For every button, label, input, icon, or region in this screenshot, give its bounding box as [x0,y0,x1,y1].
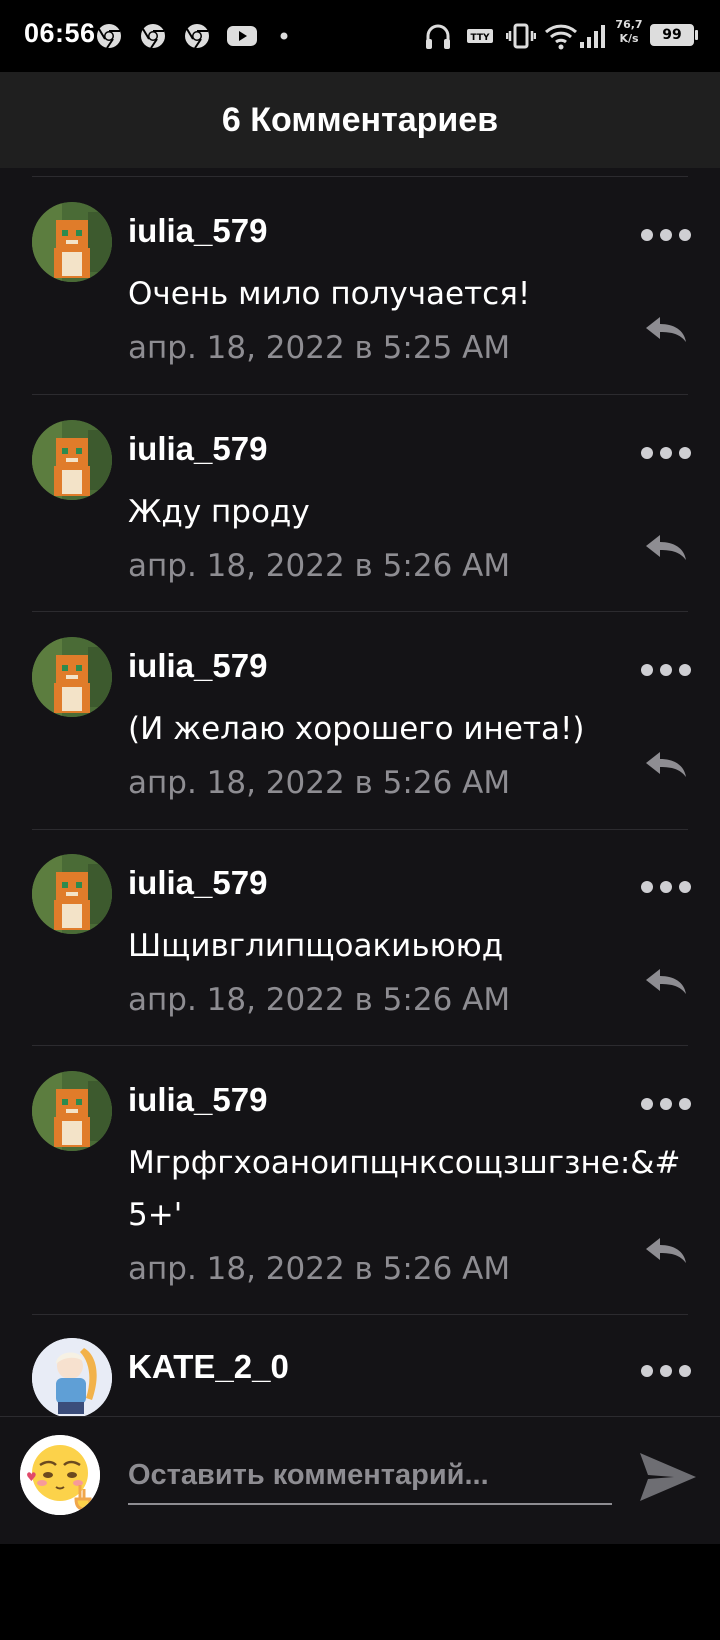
comment-username[interactable]: iulia_579 [128,1081,267,1119]
divider [32,394,688,395]
avatar-image [32,854,112,934]
battery-level: 99 [662,27,682,43]
reply-icon[interactable] [644,314,688,344]
avatar[interactable] [32,1338,112,1416]
comment-item: iulia_579 Мгрфгхоаноипщнкcощзшгзне:&#5+'… [0,1071,720,1311]
net-speed-value: 76,7 [615,18,643,31]
avatar-image [32,1071,112,1151]
system-nav-area [0,1544,720,1640]
send-button[interactable] [636,1449,700,1505]
comment-username[interactable]: KATE_2_0 [128,1348,289,1386]
comment-item: iulia_579 Очень мило получается! апр. 18… [0,202,720,382]
avatar[interactable] [32,420,112,500]
comment-username[interactable]: iulia_579 [128,864,267,902]
reply-icon[interactable] [644,1235,688,1265]
more-options-icon[interactable] [640,1364,692,1378]
more-options-icon[interactable] [640,228,692,242]
divider [32,1045,688,1046]
comment-input[interactable] [128,1447,612,1505]
reply-icon[interactable] [644,966,688,996]
comment-text: Жду проду [128,494,310,530]
avatar-image [32,202,112,282]
avatar-image [32,1338,112,1416]
tty-icon: TTY [467,29,493,43]
reply-icon[interactable] [644,532,688,562]
more-options-icon[interactable] [640,446,692,460]
headphones-icon [426,24,450,49]
signal-icon [580,25,605,48]
divider [32,829,688,830]
comment-input-bar: ♥ [0,1416,720,1544]
svg-text:TTY: TTY [470,33,489,43]
comment-username[interactable]: iulia_579 [128,212,267,250]
chrome-icon [97,24,121,49]
comment-item: iulia_579 Шщивглипщоакиьююд апр. 18, 202… [0,854,720,1034]
page-title: 6 Комментариев [221,101,499,139]
comment-username[interactable]: iulia_579 [128,647,267,685]
comment-text: (И желаю хорошего инета!) [128,711,585,747]
comment-item: KATE_2_0 [0,1338,720,1416]
battery-icon: 99 [650,24,694,46]
avatar[interactable] [32,637,112,717]
svg-text:♥: ♥ [26,1470,37,1484]
avatar-image [32,420,112,500]
divider [32,176,688,177]
chrome-icon [141,24,165,49]
reply-icon[interactable] [644,749,688,779]
more-options-icon[interactable] [640,663,692,677]
comment-text: Шщивглипщоакиьююд [128,928,504,964]
comment-item: iulia_579 Жду проду апр. 18, 2022 в 5:26… [0,420,720,600]
wifi-icon [544,24,578,50]
comments-list[interactable]: iulia_579 Очень мило получается! апр. 18… [0,168,720,1416]
send-icon [640,1453,696,1501]
avatar-image: ♥ [20,1435,100,1515]
comments-header: 6 Комментариев [0,72,720,168]
comment-item: iulia_579 (И желаю хорошего инета!) апр.… [0,637,720,817]
dot-icon [280,32,288,40]
status-bar: 06:56 TTY 76,7 K/s 99 [0,0,720,72]
comment-date: апр. 18, 2022 в 5:26 AM [128,548,511,584]
net-speed-unit: K/s [619,32,639,45]
comment-text: Очень мило получается! [128,276,531,312]
battery-tip [695,30,698,40]
my-avatar[interactable]: ♥ [20,1435,100,1515]
comment-date: апр. 18, 2022 в 5:26 AM [128,1251,511,1287]
status-time: 06:56 [24,18,96,48]
avatar[interactable] [32,854,112,934]
youtube-icon [227,26,257,46]
comment-date: апр. 18, 2022 в 5:26 AM [128,765,511,801]
more-options-icon[interactable] [640,880,692,894]
chrome-icon [185,24,209,49]
avatar-image [32,637,112,717]
divider [32,611,688,612]
divider [32,1314,688,1315]
comment-date: апр. 18, 2022 в 5:26 AM [128,982,511,1018]
comment-text: Мгрфгхоаноипщнкcощзшгзне:&#5+' [128,1145,681,1233]
vibrate-icon [506,23,536,49]
comment-username[interactable]: iulia_579 [128,430,267,468]
net-speed: 76,7 K/s [612,18,646,46]
avatar[interactable] [32,202,112,282]
more-options-icon[interactable] [640,1097,692,1111]
avatar[interactable] [32,1071,112,1151]
comment-date: апр. 18, 2022 в 5:25 AM [128,330,511,366]
